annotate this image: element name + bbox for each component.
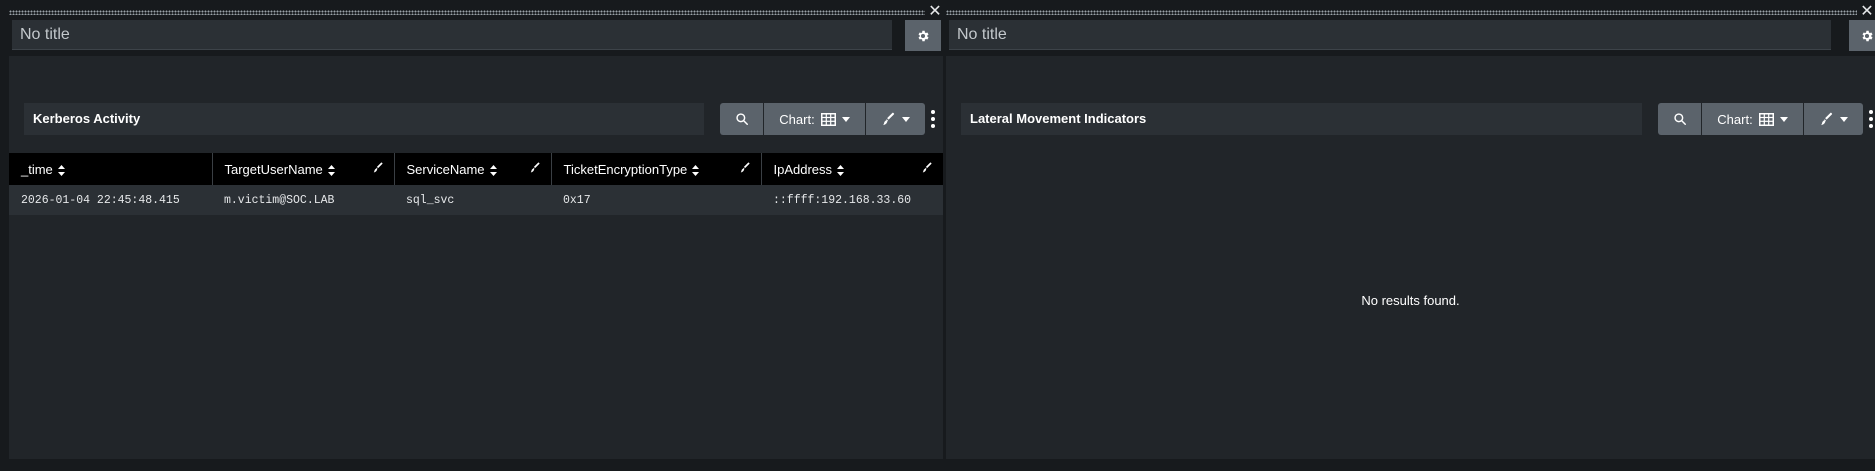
panel-drag-handle[interactable]: [946, 10, 1857, 15]
sort-icon: [837, 164, 845, 176]
search-icon: [735, 113, 748, 125]
more-vertical-icon[interactable]: [928, 107, 938, 131]
table-cell: sql_svc: [394, 185, 551, 215]
gear-icon: [918, 30, 929, 41]
viz-toolbar: Lateral Movement Indicators Chart:: [946, 103, 1875, 137]
column-header-targetusername[interactable]: TargetUserName: [212, 153, 395, 185]
panel-title-row: [946, 20, 1875, 56]
chevron-down-icon: [902, 116, 910, 122]
settings-button[interactable]: [1849, 20, 1875, 51]
table-icon: [820, 112, 836, 126]
format-button[interactable]: [866, 103, 925, 135]
table-row[interactable]: 2026-01-04 22:45:48.415 m.victim@SOC.LAB…: [9, 185, 943, 215]
format-button[interactable]: [1804, 103, 1863, 135]
chevron-down-icon: [841, 116, 850, 122]
chevron-down-icon: [1840, 116, 1848, 122]
more-vertical-icon[interactable]: [1866, 107, 1875, 131]
panel-title-input[interactable]: [12, 20, 892, 50]
panel-body: Kerberos Activity Chart:: [9, 56, 943, 459]
viz-toolbar: Kerberos Activity Chart:: [9, 103, 943, 137]
table-cell: 2026-01-04 22:45:48.415: [9, 185, 212, 215]
viz-title: Lateral Movement Indicators: [961, 103, 1642, 135]
panel-kerberos-activity: ✕ Kerberos Activity Chart:: [9, 4, 943, 459]
sort-icon: [692, 164, 700, 176]
results-table: _time TargetUserName ServiceName TicketE…: [9, 153, 943, 215]
column-header-ticketencryptiontype[interactable]: TicketEncryptionType: [551, 153, 762, 185]
panel-lateral-movement: ✕ Lateral Movement Indicators Chart: No …: [946, 4, 1875, 459]
paintbrush-icon: [1821, 112, 1833, 125]
pencil-icon[interactable]: [921, 162, 933, 174]
sort-icon: [57, 164, 65, 176]
sort-icon: [327, 164, 335, 176]
pencil-icon[interactable]: [529, 162, 541, 174]
no-results-message: No results found.: [1361, 293, 1460, 308]
column-header-time[interactable]: _time: [9, 153, 213, 185]
pencil-icon[interactable]: [372, 162, 384, 174]
panel-title-input[interactable]: [949, 20, 1831, 50]
paintbrush-icon: [883, 112, 895, 125]
search-icon: [1673, 113, 1686, 125]
chart-type-label: Chart:: [1717, 111, 1753, 127]
table-cell: ::ffff:192.168.33.60: [761, 185, 943, 215]
pencil-icon[interactable]: [739, 162, 751, 174]
panel-title-row: [9, 20, 943, 56]
sort-icon: [489, 164, 497, 176]
settings-button[interactable]: [905, 20, 941, 51]
search-button[interactable]: [720, 103, 763, 135]
viz-title: Kerberos Activity: [24, 103, 704, 135]
chart-type-label: Chart:: [779, 111, 815, 127]
chart-type-button[interactable]: Chart:: [764, 103, 865, 135]
table-header-row: _time TargetUserName ServiceName TicketE…: [9, 153, 943, 185]
column-header-ipaddress[interactable]: IpAddress: [761, 153, 943, 185]
column-header-servicename[interactable]: ServiceName: [394, 153, 552, 185]
chart-type-button[interactable]: Chart:: [1702, 103, 1803, 135]
chevron-down-icon: [1779, 116, 1788, 122]
panel-body: Lateral Movement Indicators Chart:: [946, 56, 1875, 459]
table-cell: 0x17: [551, 185, 761, 215]
gear-icon: [1862, 30, 1873, 41]
close-icon[interactable]: ✕: [927, 4, 943, 20]
search-button[interactable]: [1658, 103, 1701, 135]
panel-drag-handle[interactable]: [9, 10, 925, 15]
close-icon[interactable]: ✕: [1859, 4, 1875, 20]
table-icon: [1758, 112, 1774, 126]
table-cell: m.victim@SOC.LAB: [212, 185, 394, 215]
